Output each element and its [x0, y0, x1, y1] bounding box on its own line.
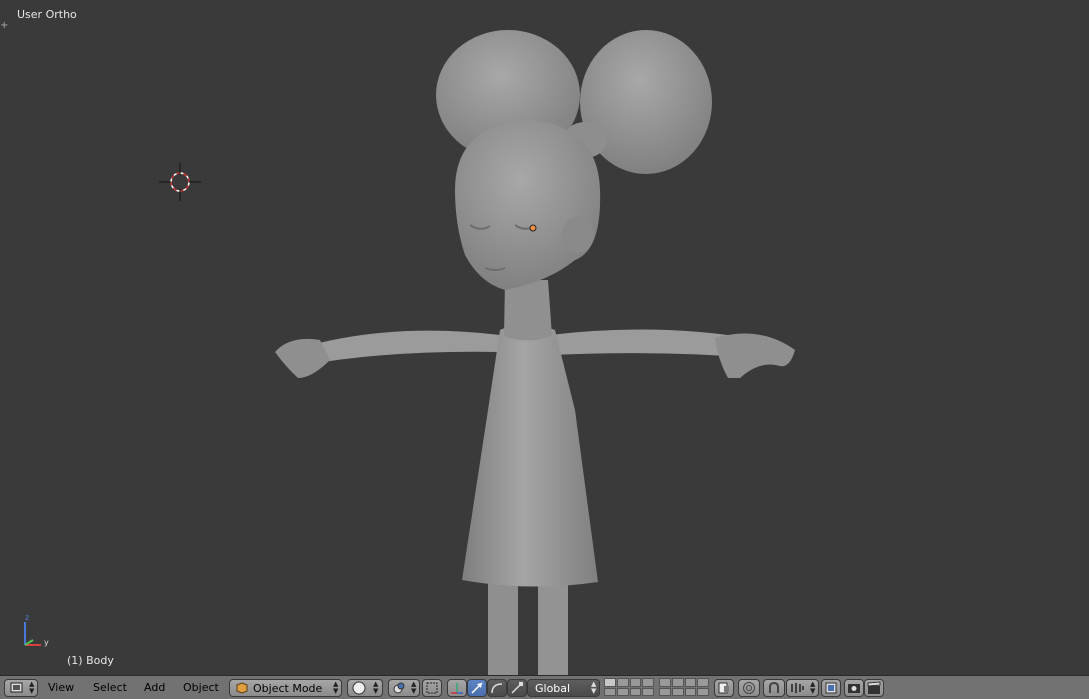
- transform-orientation-select[interactable]: Global ▲ ▼: [527, 679, 600, 697]
- layers-grid-2[interactable]: [659, 678, 709, 696]
- character-model[interactable]: [275, 30, 795, 675]
- updown-arrows-icon: ▲ ▼: [810, 680, 816, 695]
- pivot-point-button[interactable]: ▲ ▼: [388, 679, 420, 697]
- layer-button[interactable]: [659, 678, 671, 687]
- snap-element-button[interactable]: [422, 679, 442, 697]
- layer-button[interactable]: [642, 678, 654, 687]
- updown-arrows-icon: ▲ ▼: [591, 680, 597, 695]
- proportional-edit-button[interactable]: [738, 679, 760, 697]
- clapperboard-icon: [867, 681, 881, 694]
- layer-button[interactable]: [671, 678, 684, 687]
- layer-button[interactable]: [629, 678, 642, 687]
- manipulator-icon: [451, 683, 463, 694]
- manipulator-toggle[interactable]: [447, 679, 467, 697]
- proportional-edit-icon: [743, 682, 755, 694]
- axis-y-label: y: [44, 638, 49, 647]
- translate-icon: [471, 682, 483, 694]
- rotate-icon: [491, 683, 503, 694]
- snap-toggle-button[interactable]: [763, 679, 785, 697]
- menu-object[interactable]: Object: [183, 681, 219, 694]
- layer-button[interactable]: [659, 687, 671, 696]
- orientation-label: Global: [535, 682, 571, 695]
- 3d-viewport[interactable]: User Ortho + z y (1) Body: [0, 0, 1089, 675]
- layer-button[interactable]: [671, 687, 684, 696]
- snap-target-select[interactable]: ▲ ▼: [786, 679, 819, 697]
- updown-arrows-icon: ▲ ▼: [29, 680, 35, 695]
- translate-manipulator[interactable]: [467, 679, 487, 697]
- opengl-render-animation-button[interactable]: [864, 679, 884, 697]
- viewport-shading-icon: [352, 681, 366, 695]
- rotate-manipulator[interactable]: [487, 679, 507, 697]
- layer-button[interactable]: [642, 687, 654, 696]
- updown-arrows-icon: ▲ ▼: [373, 680, 379, 695]
- mode-label: Object Mode: [253, 682, 323, 695]
- scale-icon: [511, 682, 523, 694]
- axis-gizmo: z y: [24, 613, 49, 647]
- snap-target-icon: [791, 683, 804, 693]
- scene: z y: [24, 30, 795, 675]
- scale-manipulator[interactable]: [507, 679, 527, 697]
- layer-button[interactable]: [629, 687, 642, 696]
- menu-add[interactable]: Add: [144, 681, 165, 694]
- editor-type-icon: [10, 682, 23, 693]
- updown-arrows-icon: ▲ ▼: [333, 680, 339, 695]
- object-mode-cube-icon: [236, 682, 248, 694]
- layer-button[interactable]: [697, 687, 709, 696]
- menu-select[interactable]: Select: [93, 681, 127, 694]
- layer-button[interactable]: [684, 687, 697, 696]
- layer-lock-icon: [718, 682, 729, 694]
- layer-button[interactable]: [604, 678, 616, 687]
- opengl-render-button[interactable]: [844, 679, 864, 697]
- updown-arrows-icon: ▲ ▼: [411, 680, 417, 695]
- mode-select[interactable]: Object Mode ▲ ▼: [229, 679, 342, 697]
- pivot-icon: [393, 682, 405, 694]
- magnet-icon: [769, 681, 779, 693]
- layer-button[interactable]: [697, 678, 709, 687]
- lock-camera-button[interactable]: [714, 679, 734, 697]
- viewport-shading-button[interactable]: ▲ ▼: [347, 679, 383, 697]
- snap-align-icon: [825, 682, 837, 694]
- layers-grid-1[interactable]: [604, 678, 654, 696]
- snap-align-button[interactable]: [821, 679, 841, 697]
- layer-button[interactable]: [684, 678, 697, 687]
- menu-view[interactable]: View: [48, 681, 74, 694]
- viewport-header: ▲ ▼ View Select Add Object Object Mode ▲ ▼…: [0, 675, 1089, 699]
- object-label: (1) Body: [67, 654, 114, 667]
- layer-button[interactable]: [604, 687, 616, 696]
- layer-button[interactable]: [616, 678, 629, 687]
- render-icon: [848, 684, 860, 693]
- 3d-cursor-icon[interactable]: [159, 163, 201, 201]
- axis-z-label: z: [25, 613, 29, 622]
- editor-type-button[interactable]: ▲ ▼: [4, 679, 38, 697]
- layer-button[interactable]: [616, 687, 629, 696]
- snap-icon: [426, 682, 438, 694]
